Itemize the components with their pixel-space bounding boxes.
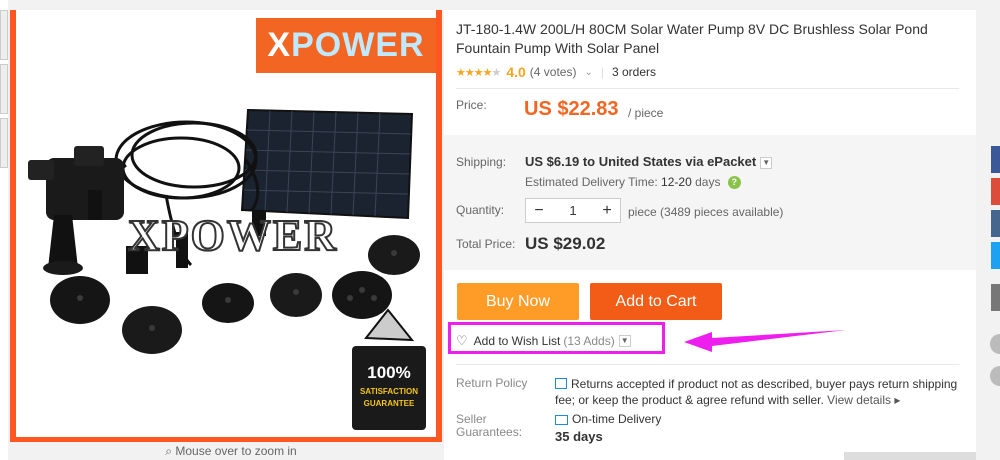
chevron-down-icon[interactable]: ⌄ [584,67,592,78]
total-price-value: US $29.02 [525,234,606,253]
rating-value: 4.0 [506,64,526,80]
divider [456,88,959,89]
chevron-down-icon[interactable]: ▼ [618,335,631,347]
quantity-decrease-button[interactable]: − [526,202,552,220]
wish-list-label[interactable]: Add to Wish List [474,334,561,348]
search-icon: ⌕ [165,444,172,458]
star-rating[interactable]: ★★★★★ [456,66,501,79]
seller-guarantees-label: Seller Guarantees: [456,412,523,439]
more-share-icon[interactable] [991,284,1000,311]
product-detail-panel: JT-180-1.4W 200L/H 80CM Solar Water Pump… [444,10,976,460]
quantity-increase-button[interactable]: + [594,202,620,220]
shipping-quantity-section: Shipping: US $6.19 to United States via … [444,135,976,270]
bottom-scroll-bar [844,452,976,460]
badge-guarantee: GUARANTEE [364,399,415,408]
return-icon [555,378,567,390]
divider: | [600,65,604,79]
price-unit: / piece [628,106,664,120]
estimated-delivery: Estimated Delivery Time: 12-20 days ? [525,175,741,190]
guarantee-days: 35 days [555,429,603,444]
badge-percent: 100% [367,363,410,382]
zoom-hint: ⌕ Mouse over to zoom in [0,444,462,459]
on-time-delivery: On-time Delivery [538,412,661,426]
product-image[interactable]: X POWER 100% SATISFACTION GUARANTEE XPOW… [16,10,436,437]
product-title: JT-180-1.4W 200L/H 80CM Solar Water Pump… [456,21,928,56]
rating-row: ★★★★★ 4.0 (4 votes) ⌄ | 3 orders [456,64,656,80]
pieces-available: piece (3489 pieces available) [628,205,784,219]
quantity-input[interactable]: 1 [552,203,594,218]
product-image-frame[interactable]: X POWER 100% SATISFACTION GUARANTEE XPOW… [10,10,442,442]
view-details-label[interactable]: View details [827,393,891,407]
estimated-delivery-unit: days [695,175,721,189]
truck-icon [555,414,568,425]
shipping-value[interactable]: US $6.19 to United States via ePacket [525,154,756,169]
price-label: Price: [456,98,487,112]
buy-now-button[interactable]: Buy Now [457,283,579,320]
price-value: US $22.83 [524,98,619,120]
estimated-delivery-days: 12-20 [661,175,692,189]
thumbnail-strip [0,0,8,460]
thumbnail[interactable] [0,118,8,168]
votes-count[interactable]: (4 votes) [530,65,577,79]
total-price-label: Total Price: [456,237,516,251]
shipping-label: Shipping: [456,155,507,169]
add-to-wish-list-button[interactable]: ♡ Add to Wish List (13 Adds) ▼ [456,333,631,349]
vk-icon[interactable] [991,210,1000,237]
scroll-down-icon[interactable] [990,366,1000,386]
on-time-delivery-label: On-time Delivery [572,412,662,426]
product-page: X POWER 100% SATISFACTION GUARANTEE XPOW… [0,0,1000,460]
google-plus-icon[interactable] [991,178,1000,205]
thumbnail[interactable] [0,64,8,114]
shipping-selector[interactable]: US $6.19 to United States via ePacket ▼ [525,154,773,169]
watermark-text: XPOWER [127,210,338,261]
quantity-stepper[interactable]: − 1 + [525,198,621,223]
orders-count: 3 orders [612,65,657,79]
quantity-label: Quantity: [456,203,505,217]
wish-list-count: (13 Adds) [563,334,615,348]
facebook-icon[interactable] [991,146,1000,173]
estimated-delivery-label: Estimated Delivery Time: [525,175,658,189]
annotation-arrow [684,330,846,352]
view-details-link[interactable]: View details ▸ [827,393,900,407]
return-policy-text: Returns accepted if product not as descr… [555,376,960,408]
help-icon[interactable]: ? [727,176,741,190]
chevron-down-icon[interactable]: ▼ [760,156,773,169]
add-to-cart-button[interactable]: Add to Cart [590,283,722,320]
zoom-hint-text: Mouse over to zoom in [175,444,297,458]
return-policy-label: Return Policy [456,376,528,390]
divider [456,364,959,365]
twitter-icon[interactable] [991,242,1000,269]
thumbnail[interactable] [0,10,8,60]
badge-satisfaction: SATISFACTION [360,387,418,396]
scroll-up-icon[interactable] [990,334,1000,354]
heart-plus-icon: ♡ [456,333,468,348]
